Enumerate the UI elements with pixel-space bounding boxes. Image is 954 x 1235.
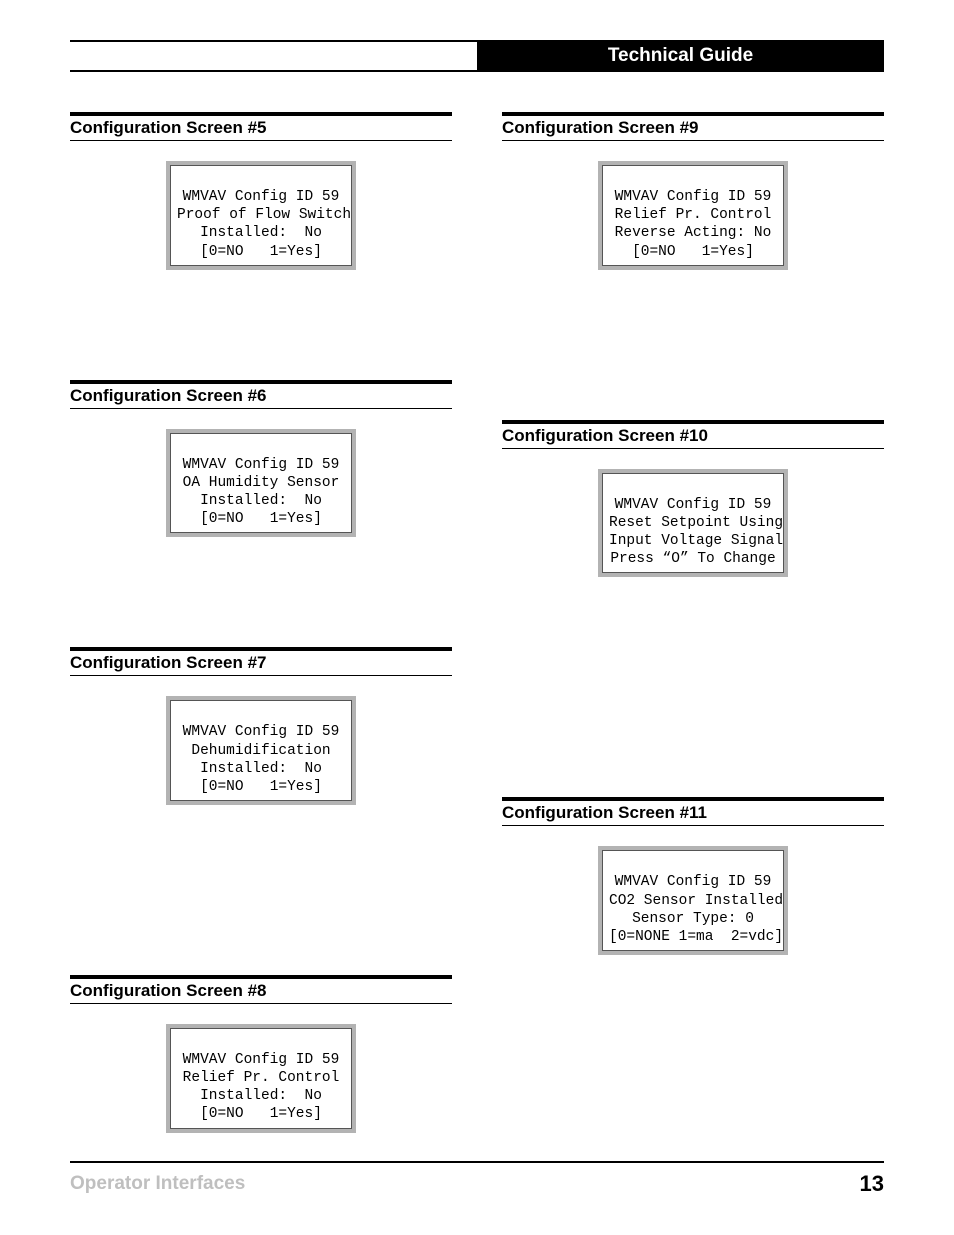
section-title-11: Configuration Screen #11: [502, 797, 884, 826]
page-number: 13: [860, 1171, 884, 1197]
lcd-screen-10: WMVAV Config ID 59 Reset Setpoint Using …: [598, 469, 788, 578]
lcd-screen-7: WMVAV Config ID 59 Dehumidification Inst…: [166, 696, 356, 805]
lcd-screen-5: WMVAV Config ID 59 Proof of Flow Switch …: [166, 161, 356, 270]
lcd-line: CO2 Sensor Installed: [609, 893, 783, 909]
lcd-content: WMVAV Config ID 59 Reset Setpoint Using …: [602, 473, 784, 574]
lcd-line: Installed: No: [200, 1088, 322, 1104]
lcd-line: [0=NONE 1=ma 2=vdc]: [609, 929, 783, 945]
lcd-line: Dehumidification: [191, 743, 330, 759]
lcd-line: [0=NO 1=Yes]: [200, 511, 322, 527]
lcd-line: [0=NO 1=Yes]: [632, 244, 754, 260]
header-band: Technical Guide: [70, 40, 884, 72]
lcd-line: Installed: No: [200, 225, 322, 241]
footer: Operator Interfaces 13: [70, 1161, 884, 1197]
lcd-content: WMVAV Config ID 59 CO2 Sensor Installed …: [602, 850, 784, 951]
lcd-screen-8: WMVAV Config ID 59 Relief Pr. Control In…: [166, 1024, 356, 1133]
lcd-line: Installed: No: [200, 761, 322, 777]
lcd-line: [0=NO 1=Yes]: [200, 1106, 322, 1122]
left-column: Configuration Screen #5 WMVAV Config ID …: [70, 112, 452, 1163]
columns: Configuration Screen #5 WMVAV Config ID …: [70, 112, 884, 1163]
lcd-line: WMVAV Config ID 59: [183, 1052, 340, 1068]
section-title-10: Configuration Screen #10: [502, 420, 884, 449]
right-column: Configuration Screen #9 WMVAV Config ID …: [502, 112, 884, 1163]
lcd-line: WMVAV Config ID 59: [183, 457, 340, 473]
lcd-line: Relief Pr. Control: [183, 1070, 340, 1086]
section-title-8: Configuration Screen #8: [70, 975, 452, 1004]
footer-left-text: Operator Interfaces: [70, 1173, 245, 1195]
section-title-7: Configuration Screen #7: [70, 647, 452, 676]
lcd-line: Sensor Type: 0: [632, 911, 754, 927]
lcd-screen-11: WMVAV Config ID 59 CO2 Sensor Installed …: [598, 846, 788, 955]
section-title-6: Configuration Screen #6: [70, 380, 452, 409]
lcd-content: WMVAV Config ID 59 OA Humidity Sensor In…: [170, 433, 352, 534]
lcd-line: Press “O” To Change: [610, 551, 775, 567]
section-title-5: Configuration Screen #5: [70, 112, 452, 141]
header-left-blank: [70, 42, 477, 70]
lcd-content: WMVAV Config ID 59 Dehumidification Inst…: [170, 700, 352, 801]
lcd-line: WMVAV Config ID 59: [183, 189, 340, 205]
lcd-content: WMVAV Config ID 59 Proof of Flow Switch …: [170, 165, 352, 266]
lcd-line: Reset Setpoint Using: [609, 515, 783, 531]
lcd-screen-6: WMVAV Config ID 59 OA Humidity Sensor In…: [166, 429, 356, 538]
lcd-line: WMVAV Config ID 59: [183, 724, 340, 740]
lcd-line: WMVAV Config ID 59: [615, 497, 772, 513]
lcd-line: [0=NO 1=Yes]: [200, 244, 322, 260]
lcd-line: OA Humidity Sensor: [183, 475, 340, 491]
lcd-line: Input Voltage Signal: [609, 533, 783, 549]
lcd-line: WMVAV Config ID 59: [615, 874, 772, 890]
section-title-9: Configuration Screen #9: [502, 112, 884, 141]
lcd-content: WMVAV Config ID 59 Relief Pr. Control Re…: [602, 165, 784, 266]
header-title: Technical Guide: [477, 42, 884, 70]
lcd-line: [0=NO 1=Yes]: [200, 779, 322, 795]
lcd-line: Relief Pr. Control: [615, 207, 772, 223]
lcd-screen-9: WMVAV Config ID 59 Relief Pr. Control Re…: [598, 161, 788, 270]
lcd-line: Reverse Acting: No: [615, 225, 772, 241]
lcd-line: Proof of Flow Switch: [177, 207, 351, 223]
lcd-line: Installed: No: [200, 493, 322, 509]
lcd-content: WMVAV Config ID 59 Relief Pr. Control In…: [170, 1028, 352, 1129]
lcd-line: WMVAV Config ID 59: [615, 189, 772, 205]
